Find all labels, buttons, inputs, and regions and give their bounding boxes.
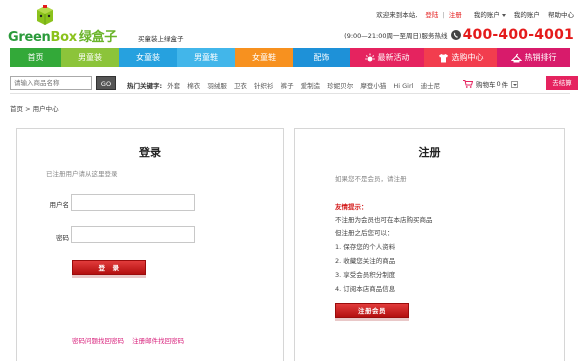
- password-field[interactable]: [71, 226, 195, 243]
- nav-item-boys-clothing[interactable]: 男童装: [61, 48, 119, 67]
- main-nav: 首页 男童装 女童装 男童鞋 女童鞋 配饰 最新活动 选购中心 热销排行: [10, 48, 570, 67]
- login-link[interactable]: 登陆: [425, 11, 438, 19]
- shopping-cart[interactable]: 购物车 0 件: [463, 79, 519, 89]
- hot-keyword[interactable]: 针织衫: [254, 82, 274, 90]
- breadcrumb: 首页 > 用户中心: [10, 103, 59, 113]
- login-title: 登录: [139, 146, 161, 159]
- logo-wordmark: GreenBox 绿盒子: [8, 30, 117, 45]
- sun-icon: [364, 53, 375, 61]
- hot-keyword[interactable]: 棉衣: [187, 82, 200, 90]
- cart-icon: [463, 80, 473, 88]
- register-button-shadow: [335, 318, 409, 321]
- hot-keyword[interactable]: 羽绒服: [207, 82, 227, 90]
- hanger-icon: [510, 53, 522, 62]
- hot-keyword[interactable]: 摩登小猫: [360, 82, 386, 90]
- register-title: 注册: [418, 146, 441, 159]
- nav-item-latest-events[interactable]: 最新活动: [350, 48, 424, 67]
- username-field[interactable]: [71, 194, 195, 211]
- nav-label: 热销排行: [524, 53, 557, 62]
- green-box-mascot-icon: [37, 5, 53, 25]
- chevron-down-icon: [501, 13, 506, 17]
- hot-keyword[interactable]: 卫衣: [234, 82, 247, 90]
- nav-label: 选购中心: [451, 53, 484, 62]
- register-link[interactable]: 注册: [449, 11, 462, 19]
- login-button-shadow: [72, 275, 146, 278]
- welcome-text: 欢迎来到本站,: [376, 11, 418, 19]
- hotline-number: 400-400-4001: [462, 27, 574, 43]
- top-links-divider: |: [442, 11, 445, 19]
- site-logo[interactable]: GreenBox 绿盒子 买童装上绿盒子: [8, 4, 188, 45]
- hot-keywords: 热门关键字: 外套 棉衣 羽绒服 卫衣 针织衫 裤子 爱制造 珍妮贝尔 摩登小猫…: [127, 80, 445, 90]
- nav-label: 女童装: [136, 53, 160, 62]
- promo-line: 3. 享受会员积分制度: [335, 271, 396, 279]
- chevron-down-icon[interactable]: [511, 80, 519, 88]
- nav-label: 首页: [27, 53, 44, 62]
- nav-item-girls-shoes[interactable]: 女童鞋: [235, 48, 293, 67]
- hot-keywords-label: 热门关键字:: [127, 82, 163, 90]
- forgot-email-link[interactable]: 注册邮件找回密码: [132, 337, 184, 345]
- top-links: 欢迎来到本站, 登陆 | 注册 我的账户 我的账户 帮助中心: [370, 9, 574, 19]
- my-account-link[interactable]: 我的账户: [514, 11, 540, 19]
- phone-icon: [450, 30, 461, 40]
- shirt-icon: [438, 53, 448, 62]
- nav-label: 男童鞋: [194, 53, 218, 62]
- nav-label: 男童装: [78, 53, 102, 62]
- promo-title: 友情提示：: [335, 203, 368, 211]
- service-hotline: (9:00—21:00周一至周日)服务热线 400-400-4001: [344, 27, 574, 43]
- nav-item-shopping-center[interactable]: 选购中心: [424, 48, 497, 67]
- login-panel: 登录 已注册用户请从这里登录 用户名 密码 登 录 密码问题找回密码 注册邮件找…: [16, 128, 284, 361]
- nav-label: 最新活动: [377, 53, 410, 62]
- nav-item-home[interactable]: 首页: [10, 48, 61, 67]
- nav-item-accessories[interactable]: 配饰: [293, 48, 350, 67]
- help-center-link[interactable]: 帮助中心: [548, 11, 574, 19]
- my-account-menu[interactable]: 我的账户: [474, 11, 506, 19]
- breadcrumb-current: > 用户中心: [25, 105, 59, 113]
- search-bar: GO 热门关键字: 外套 棉衣 羽绒服 卫衣 针织衫 裤子 爱制造 珍妮贝尔 摩…: [10, 72, 578, 94]
- register-button[interactable]: 注册会员: [335, 303, 409, 318]
- search-go-button[interactable]: GO: [96, 76, 116, 90]
- nav-item-best-sellers[interactable]: 热销排行: [497, 48, 570, 67]
- login-button[interactable]: 登 录: [72, 260, 146, 275]
- cart-label: 购物车: [476, 81, 496, 89]
- promo-line: 不注册为会员也可在本店购买商品: [335, 216, 433, 224]
- nav-item-girls-clothing[interactable]: 女童装: [119, 48, 177, 67]
- register-panel: 注册 如果您不是会员，请注册 友情提示： 不注册为会员也可在本店购买商品 但注册…: [294, 128, 565, 361]
- password-label: 密码: [56, 234, 69, 242]
- nav-label: 女童鞋: [252, 53, 276, 62]
- register-hint: 如果您不是会员，请注册: [335, 175, 407, 183]
- service-hours: (9:00—21:00周一至周日)服务热线: [344, 32, 448, 40]
- hot-keyword[interactable]: Hi Girl: [393, 82, 413, 90]
- hot-keyword[interactable]: 爱制造: [301, 82, 321, 90]
- hot-keyword[interactable]: 迪士尼: [421, 82, 441, 90]
- promo-line: 1. 保存您的个人资料: [335, 243, 396, 251]
- promo-line: 2. 收藏您关注的商品: [335, 257, 396, 265]
- breadcrumb-home[interactable]: 首页: [10, 105, 23, 113]
- logo-slogan: 买童装上绿盒子: [138, 35, 184, 43]
- search-input[interactable]: [10, 76, 92, 90]
- promo-line: 4. 订阅本店商品信息: [335, 285, 396, 293]
- my-account-label: 我的账户: [473, 11, 500, 19]
- nav-item-boys-shoes[interactable]: 男童鞋: [177, 48, 235, 67]
- hot-keyword[interactable]: 裤子: [281, 82, 294, 90]
- checkout-button[interactable]: 去结算: [546, 76, 578, 90]
- cart-unit: 件: [501, 81, 509, 89]
- login-hint: 已注册用户请从这里登录: [46, 170, 118, 178]
- username-label: 用户名: [49, 201, 70, 209]
- nav-label: 配饰: [313, 53, 330, 62]
- hot-keyword[interactable]: 外套: [167, 82, 180, 90]
- forgot-links: 密码问题找回密码 注册邮件找回密码: [72, 335, 190, 345]
- promo-line: 但注册之后您可以：: [335, 229, 394, 237]
- cart-count: 0: [496, 80, 501, 88]
- hot-keyword[interactable]: 珍妮贝尔: [327, 82, 353, 90]
- forgot-password-link[interactable]: 密码问题找回密码: [72, 337, 124, 345]
